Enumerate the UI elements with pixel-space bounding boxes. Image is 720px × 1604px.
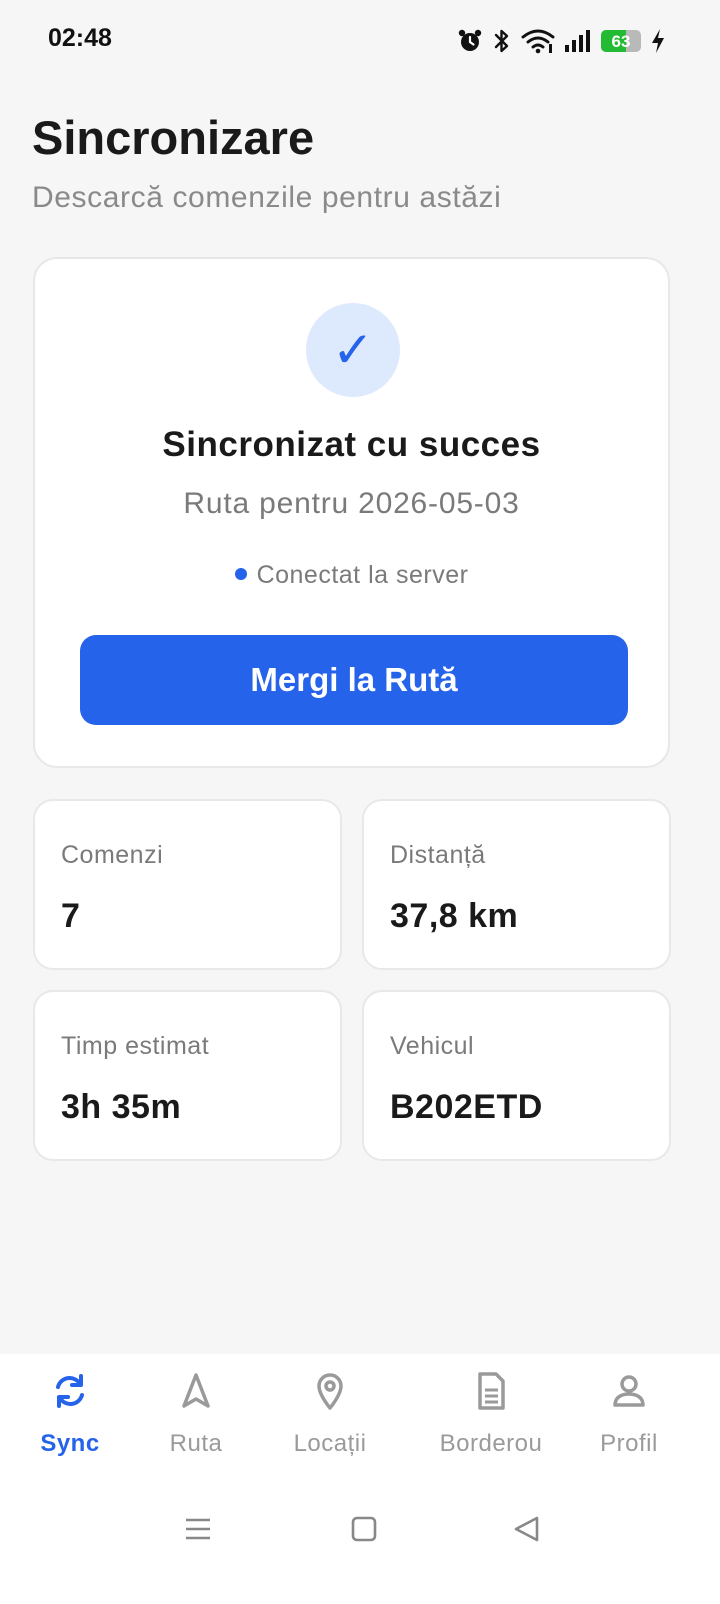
go-to-route-button[interactable]: Mergi la Rută: [80, 635, 628, 725]
nav-item-borderou[interactable]: Borderou: [421, 1354, 561, 1479]
connection-dot-icon: [234, 568, 247, 580]
connection-status: Conectat la server: [35, 561, 668, 590]
back-icon[interactable]: [496, 1504, 556, 1554]
status-time: 02:48: [48, 24, 112, 52]
page-title: Sincronizare: [32, 111, 315, 164]
nav-item-locatii[interactable]: Locații: [260, 1354, 400, 1479]
battery-icon: 63: [601, 30, 641, 52]
sync-status-title: Sincronizat cu succes: [162, 425, 541, 464]
stat-value: 7: [61, 897, 81, 935]
stat-label: Comenzi: [61, 841, 164, 869]
stat-card-vehicle: Vehicul B202ETD: [362, 990, 671, 1161]
stat-value: 37,8 km: [390, 897, 519, 935]
charging-icon: [650, 28, 666, 54]
page-subtitle: Descarcă comenzile pentru astăzi: [32, 181, 502, 214]
stat-label: Vehicul: [390, 1032, 475, 1060]
nav-label: Borderou: [439, 1430, 543, 1457]
battery-level-text: 63: [611, 32, 631, 51]
status-icons: 63: [457, 26, 666, 56]
stat-value: 3h 35m: [61, 1088, 182, 1126]
nav-item-profil[interactable]: Profil: [559, 1354, 699, 1479]
wifi-icon: [521, 28, 555, 54]
stat-label: Timp estimat: [61, 1032, 210, 1060]
nav-label: Ruta: [169, 1430, 223, 1457]
alarm-icon: [457, 28, 483, 54]
sync-status-card: ✓ Sincronizat cu succes Ruta pentru 2026…: [33, 257, 670, 768]
nav-label: Locații: [293, 1430, 367, 1457]
signal-icon: [564, 28, 592, 54]
bluetooth-icon: [492, 28, 512, 54]
stat-card-estimated-time: Timp estimat 3h 35m: [33, 990, 342, 1161]
stat-label: Distanță: [390, 841, 486, 869]
nav-item-ruta[interactable]: Ruta: [126, 1354, 266, 1479]
check-icon: ✓: [306, 303, 400, 397]
bottom-nav: Sync Ruta Locații Borderou Profil: [0, 1354, 720, 1604]
home-icon[interactable]: [334, 1504, 394, 1554]
sync-icon: [49, 1370, 91, 1412]
navigation-icon: [175, 1370, 217, 1412]
nav-label: Sync: [40, 1430, 100, 1457]
stat-card-distance: Distanță 37,8 km: [362, 799, 671, 970]
nav-label: Profil: [600, 1430, 658, 1457]
nav-item-sync[interactable]: Sync: [0, 1354, 140, 1479]
location-pin-icon: [309, 1370, 351, 1412]
connection-status-label: Conectat la server: [256, 561, 469, 589]
stat-value: B202ETD: [390, 1088, 543, 1126]
menu-icon[interactable]: [168, 1504, 228, 1554]
route-date-label: Ruta pentru 2026-05-03: [183, 487, 520, 520]
document-icon: [470, 1370, 512, 1412]
status-bar: 02:48 63: [0, 0, 720, 80]
user-icon: [608, 1370, 650, 1412]
stat-card-orders: Comenzi 7: [33, 799, 342, 970]
